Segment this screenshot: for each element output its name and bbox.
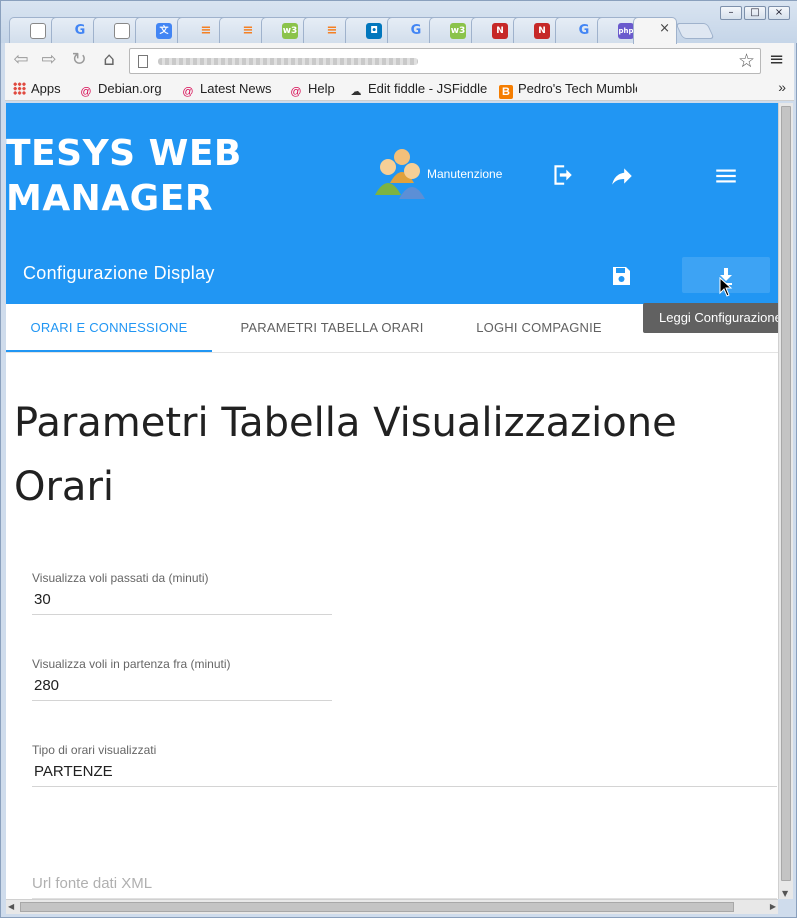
field-voli-passati: Visualizza voli passati da (minuti) 30 [32,571,332,615]
google-icon: G [578,23,590,38]
maximize-button[interactable]: □ [744,6,766,20]
scroll-right-arrow-icon[interactable]: ▶ [770,902,776,911]
bookmark-latest-news[interactable]: @ Latest News [181,81,271,99]
minimize-button[interactable]: – [720,6,742,20]
browser-tab-active[interactable]: × [633,17,677,44]
w3schools-icon: w3 [450,23,466,39]
browser-tab-strip: G 文 ≡ ≡ w3 ≡ ◘ G w3 N N G php × – □ × [1,1,797,44]
w3schools-icon: w3 [282,23,298,39]
field-tipo-orari: Tipo di orari visualizzati PARTENZE [32,743,777,787]
tab-orari-connessione[interactable]: ORARI E CONNESSIONE [6,304,212,352]
page-icon [114,23,130,39]
tipo-orari-select[interactable]: PARTENZE [32,763,777,787]
google-icon: G [74,23,86,38]
forward-icon[interactable]: ⇨ [37,49,61,71]
bookmark-help[interactable]: @ Help [289,81,334,99]
blogger-icon: B [499,85,513,99]
vertical-scroll-thumb[interactable] [781,106,791,881]
bookmark-apps[interactable]: Apps [13,81,61,96]
scroll-left-arrow-icon[interactable]: ◀ [8,902,14,911]
users-group-icon [375,149,425,199]
cloud-icon: ☁ [350,86,362,98]
address-bar[interactable]: ☆ [129,48,761,74]
red-n-icon: N [534,23,550,39]
page-viewport: TESYS WEB MANAGER Manutenzione Configura… [6,103,778,899]
voli-passati-input[interactable]: 30 [32,591,332,615]
apps-grid-icon [13,82,26,95]
vertical-scrollbar[interactable]: ▼ [778,103,793,899]
bookmarks-overflow-icon[interactable]: » [778,79,786,95]
reload-icon[interactable]: ↻ [67,49,91,71]
debian-swirl-icon: @ [80,86,92,98]
browser-menu-icon[interactable]: ≡ [769,49,784,70]
back-icon[interactable]: ⇦ [9,49,33,71]
close-tab-icon[interactable]: × [659,21,670,36]
close-window-button[interactable]: × [768,6,790,20]
bookmark-pedros-tech[interactable]: B Pedro's Tech Mumbles [499,81,637,99]
debian-swirl-icon: @ [290,86,302,98]
red-n-icon: N [492,23,508,39]
google-icon: G [410,23,422,38]
share-icon[interactable] [609,163,635,189]
horizontal-scrollbar[interactable]: ◀ ▶ [6,899,778,914]
scroll-down-arrow-icon[interactable]: ▼ [782,889,788,898]
field-voli-partenza: Visualizza voli in partenza fra (minuti)… [32,657,332,701]
stackoverflow-icon: ≡ [326,23,338,38]
field-voli-passati-label: Visualizza voli passati da (minuti) [32,571,209,585]
field-url-xml: Url fonte dati XML [32,875,777,899]
save-icon[interactable] [609,264,633,288]
google-translate-icon: 文 [156,23,172,39]
debian-swirl-icon: @ [182,86,194,98]
page-heading: Parametri Tabella Visualizzazione Orari [14,400,677,510]
hamburger-menu-icon[interactable] [713,163,739,189]
stackoverflow-icon: ≡ [200,23,212,38]
field-voli-partenza-label: Visualizza voli in partenza fra (minuti) [32,657,231,671]
logout-icon[interactable] [549,162,575,188]
tab-loghi-compagnie[interactable]: LOGHI COMPAGNIE [452,304,626,352]
mouse-cursor-icon [719,277,733,297]
bookmark-debian[interactable]: @ Debian.org [79,81,161,99]
bookmark-star-icon[interactable]: ☆ [738,50,755,72]
tab-parametri-tabella-orari[interactable]: PARAMETRI TABELLA ORARI [212,304,452,352]
bookmarks-bar: Apps @ Debian.org @ Latest News @ Help ☁ Edi… [5,77,794,101]
home-icon[interactable]: ⌂ [97,49,121,71]
browser-window: G 文 ≡ ≡ w3 ≡ ◘ G w3 N N G php × – □ × ⇦ … [0,0,797,918]
section-title: Configurazione Display [23,263,215,283]
url-xml-input[interactable]: Url fonte dati XML [32,875,777,899]
app-title: TESYS WEB MANAGER [6,133,242,219]
horizontal-scroll-thumb[interactable] [20,902,734,912]
page-icon [30,23,46,39]
tooltip: Leggi Configurazione [643,303,778,333]
php-icon: php [618,23,634,39]
box-icon: ◘ [366,23,382,39]
field-tipo-orari-label: Tipo di orari visualizzati [32,743,157,757]
stackoverflow-icon: ≡ [242,23,254,38]
user-role-label[interactable]: Manutenzione [427,167,502,181]
bookmark-jsfiddle[interactable]: ☁ Edit fiddle - JSFiddle [349,81,488,99]
address-url-redacted [158,58,418,65]
new-tab-button[interactable] [675,23,715,39]
browser-toolbar: ⇦ ⇨ ↻ ⌂ ☆ ≡ [5,43,794,77]
app-header: TESYS WEB MANAGER Manutenzione Configura… [6,103,778,304]
voli-partenza-input[interactable]: 280 [32,677,332,701]
page-info-icon[interactable] [138,55,148,68]
